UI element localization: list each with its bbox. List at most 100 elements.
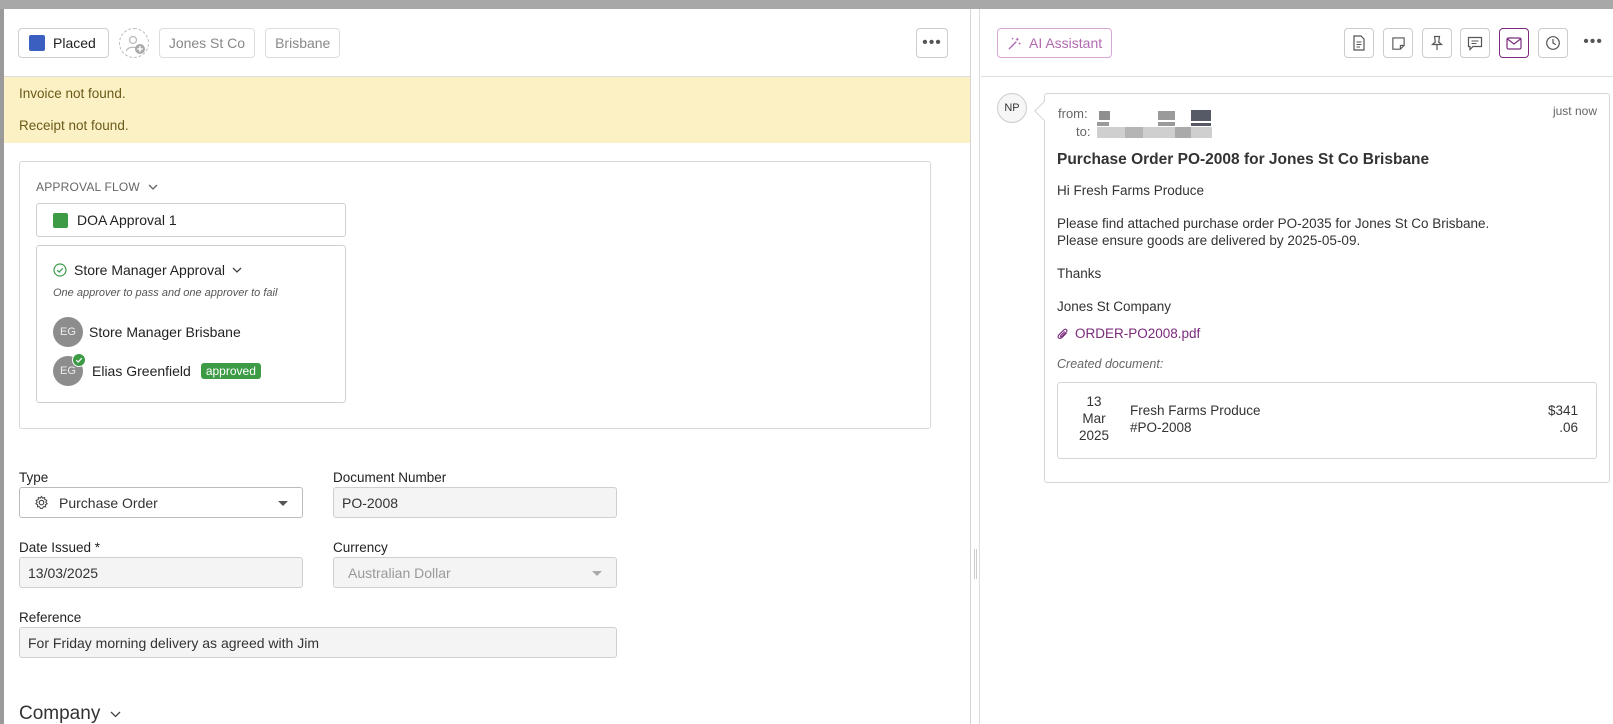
currency-select[interactable]: Australian Dollar	[333, 557, 617, 588]
email-attachment-link[interactable]: ORDER-PO2008.pdf	[1057, 326, 1200, 341]
email-greeting: Hi Fresh Farms Produce	[1057, 183, 1205, 198]
status-badge: approved	[200, 363, 261, 379]
approver-row: EG Store Manager Brisbane	[53, 317, 241, 347]
document-number-label: Document Number	[333, 470, 447, 485]
company-section-toggle[interactable]: Company	[19, 703, 121, 724]
email-message-card: from: to: just now Purchase Order PO-200…	[1034, 93, 1610, 483]
email-subject: Purchase Order PO-2008 for Jones St Co B…	[1057, 151, 1430, 168]
type-label: Type	[19, 470, 49, 485]
check-circle-icon	[53, 263, 67, 277]
document-more-button[interactable]: •••	[916, 28, 948, 58]
document-pane: Placed Jones St Co Brisbane ••• Invoice …	[4, 9, 971, 724]
pin-button[interactable]	[1422, 28, 1452, 58]
reference-field[interactable]: For Friday morning delivery as agreed wi…	[19, 627, 617, 658]
chevron-down-icon	[148, 184, 158, 190]
paperclip-icon	[1057, 328, 1068, 339]
document-info: Fresh Farms Produce #PO-2008	[1130, 402, 1261, 436]
avatar: NP	[997, 93, 1027, 123]
ai-assistant-label: AI Assistant	[1029, 35, 1103, 51]
status-color-swatch	[29, 34, 45, 51]
sticky-note-icon	[1391, 36, 1405, 50]
approval-step-rule: One approver to pass and one approver to…	[53, 287, 278, 299]
document-icon	[1353, 35, 1365, 51]
activity-toolbar: AI Assistant •••	[981, 9, 1613, 77]
date-issued-field[interactable]: 13/03/2025	[19, 557, 303, 588]
avatar: EG	[53, 317, 83, 347]
date-issued-label: Date Issued *	[19, 540, 101, 555]
reference-value: For Friday morning delivery as agreed wi…	[28, 634, 319, 651]
approval-step-title: Store Manager Approval	[74, 262, 225, 278]
approver-name: Store Manager Brisbane	[89, 324, 241, 340]
ai-assistant-button[interactable]: AI Assistant	[997, 28, 1113, 58]
document-number-field[interactable]: PO-2008	[333, 487, 617, 518]
more-horizontal-icon: •••	[922, 34, 942, 51]
warning-banner: Invoice not found. Receipt not found.	[4, 77, 970, 143]
gear-icon	[35, 495, 48, 510]
more-horizontal-icon: •••	[1583, 33, 1603, 50]
attachment-filename: ORDER-PO2008.pdf	[1075, 326, 1201, 341]
approver-row: EG Elias Greenfield approved	[53, 353, 261, 386]
email-body-line: Please find attached purchase order PO-2…	[1057, 216, 1490, 231]
activity-more-button[interactable]: •••	[1583, 33, 1603, 51]
caret-down-icon	[592, 571, 602, 576]
currency-value: Australian Dollar	[348, 564, 451, 581]
tag-company[interactable]: Jones St Co	[158, 27, 256, 58]
to-label: to:	[1076, 124, 1091, 139]
email-body-line: Please ensure goods are delivered by 202…	[1057, 233, 1361, 248]
status-dropdown[interactable]: Placed	[18, 27, 109, 58]
doa-status-swatch	[53, 212, 68, 228]
grip-icon	[974, 549, 977, 579]
pane-resize-handle[interactable]	[971, 9, 980, 724]
avatar: EG	[53, 353, 86, 386]
mail-icon	[1506, 36, 1522, 50]
created-document-card[interactable]: 13 Mar 2025 Fresh Farms Produce #PO-2008…	[1057, 382, 1597, 459]
app-window: Placed Jones St Co Brisbane ••• Invoice …	[4, 9, 1613, 724]
from-label: from:	[1058, 106, 1088, 121]
type-value: Purchase Order	[59, 494, 158, 511]
chevron-down-icon	[110, 711, 121, 717]
document-number-value: PO-2008	[342, 494, 399, 511]
reference-label: Reference	[19, 610, 82, 625]
document-date: 13 Mar 2025	[1078, 394, 1110, 443]
add-person-icon	[125, 35, 145, 54]
email-closing: Thanks	[1057, 266, 1102, 281]
add-assignee-button[interactable]	[118, 27, 149, 58]
type-select[interactable]: Purchase Order	[19, 487, 303, 518]
caret-down-icon	[278, 501, 288, 506]
created-document-label: Created document:	[1057, 357, 1164, 371]
activity-pane: AI Assistant ••• NP from: to: just now P…	[981, 9, 1613, 724]
notes-button[interactable]	[1383, 28, 1413, 58]
document-number: #PO-2008	[1130, 420, 1192, 435]
email-button[interactable]	[1499, 28, 1529, 58]
document-supplier: Fresh Farms Produce	[1130, 403, 1261, 418]
banner-receipt-message: Receipt not found.	[19, 118, 129, 133]
email-timestamp: just now	[1552, 104, 1597, 118]
status-label: Placed	[53, 34, 96, 51]
date-issued-value: 13/03/2025	[28, 564, 99, 581]
approver-name: Elias Greenfield	[92, 363, 191, 379]
clock-icon	[1546, 36, 1560, 50]
approval-step-toggle[interactable]: Store Manager Approval	[53, 262, 242, 278]
approval-step-card: Store Manager Approval One approver to p…	[36, 245, 346, 403]
magic-wand-icon	[1008, 37, 1021, 50]
document-amount: $341 .06	[1547, 403, 1578, 435]
company-heading: Company	[19, 703, 101, 724]
email-signature: Jones St Company	[1057, 299, 1172, 314]
comments-button[interactable]	[1460, 28, 1490, 58]
approved-check-icon	[72, 353, 86, 367]
comment-icon	[1467, 36, 1483, 51]
currency-label: Currency	[333, 540, 388, 555]
approval-flow-title: APPROVAL FLOW	[36, 180, 140, 194]
card-pointer	[1034, 101, 1054, 121]
approval-flow-toggle[interactable]: APPROVAL FLOW	[36, 180, 158, 194]
document-header: Placed Jones St Co Brisbane •••	[4, 9, 970, 77]
tag-location[interactable]: Brisbane	[265, 27, 341, 58]
approval-flow-panel: APPROVAL FLOW DOA Approval 1 Store Manag…	[19, 161, 931, 429]
document-view-button[interactable]	[1344, 28, 1374, 58]
doa-approval-label: DOA Approval 1	[77, 212, 177, 228]
pin-icon	[1430, 35, 1444, 50]
window-top-strip	[0, 0, 1613, 9]
chevron-down-icon	[232, 267, 242, 273]
doa-approval-item[interactable]: DOA Approval 1	[36, 203, 346, 237]
history-button[interactable]	[1538, 28, 1568, 58]
